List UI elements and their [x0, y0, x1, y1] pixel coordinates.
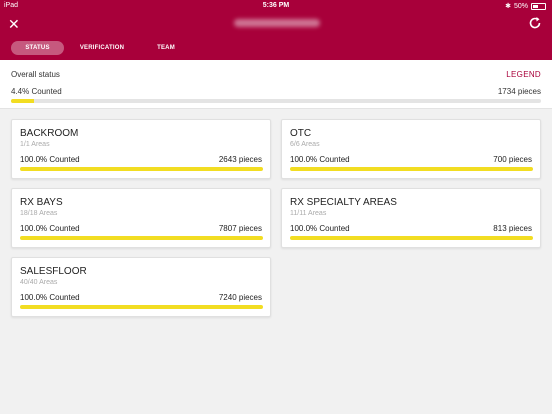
status-bar-right: ✱ 50% [505, 2, 546, 10]
area-name: RX BAYS [20, 197, 63, 208]
refresh-icon[interactable] [528, 15, 542, 31]
area-pieces: 813 pieces [493, 224, 532, 233]
area-count: 18/18 Areas [20, 210, 58, 217]
area-progress-bar [20, 305, 263, 309]
overall-progress-fill [11, 99, 35, 103]
area-count: 1/1 Areas [20, 141, 50, 148]
area-card-rx-bays[interactable]: RX BAYS 18/18 Areas 100.0% Counted 7807 … [11, 188, 271, 248]
battery-percent: 50% [513, 2, 528, 10]
area-progress-fill [20, 236, 263, 240]
area-pieces: 7240 pieces [218, 293, 262, 302]
area-name: BACKROOM [20, 128, 79, 139]
area-count: 40/40 Areas [20, 279, 58, 286]
app-header: ✕ [0, 12, 552, 37]
area-pieces: 7807 pieces [218, 224, 262, 233]
area-card-rx-specialty-areas[interactable]: RX SPECIALTY AREAS 11/11 Areas 100.0% Co… [281, 188, 541, 248]
area-progress-bar [290, 167, 533, 171]
legend-link[interactable]: LEGEND [506, 70, 541, 79]
area-counted: 100.0% Counted [290, 224, 350, 233]
clock: 5:36 PM [262, 2, 290, 9]
area-progress-bar [20, 236, 263, 240]
area-card-backroom[interactable]: BACKROOM 1/1 Areas 100.0% Counted 2643 p… [11, 119, 271, 179]
area-progress-bar [290, 236, 533, 240]
tab-verification[interactable]: VERIFICATION [74, 41, 130, 55]
battery-icon [531, 2, 546, 10]
area-count: 6/6 Areas [290, 141, 320, 148]
area-counted: 100.0% Counted [20, 155, 80, 164]
overall-status-panel: Overall status LEGEND 4.4% Counted 1734 … [0, 60, 552, 109]
status-bar: iPad 5:36 PM ✱ 50% [0, 0, 552, 12]
overall-progress-bar [11, 99, 541, 103]
tab-team[interactable]: TEAM [148, 41, 184, 55]
area-name: RX SPECIALTY AREAS [290, 197, 397, 208]
area-name: OTC [290, 128, 312, 139]
area-progress-fill [290, 167, 533, 171]
page-title-redacted [234, 19, 320, 27]
area-progress-fill [20, 305, 263, 309]
overall-status-label: Overall status [11, 70, 60, 79]
area-name: SALESFLOOR [20, 266, 87, 277]
area-pieces: 2643 pieces [218, 155, 262, 164]
area-progress-fill [20, 167, 263, 171]
overall-counted-text: 4.4% Counted [11, 87, 62, 96]
area-pieces: 700 pieces [493, 155, 532, 164]
area-count: 11/11 Areas [290, 210, 327, 217]
area-counted: 100.0% Counted [20, 224, 80, 233]
close-icon[interactable]: ✕ [8, 15, 20, 33]
bluetooth-icon: ✱ [505, 3, 511, 10]
area-progress-fill [290, 236, 533, 240]
overall-pieces-text: 1734 pieces [497, 87, 541, 96]
tab-status[interactable]: STATUS [11, 41, 64, 55]
area-card-salesfloor[interactable]: SALESFLOOR 40/40 Areas 100.0% Counted 72… [11, 257, 271, 317]
area-counted: 100.0% Counted [20, 293, 80, 302]
tab-bar: STATUS VERIFICATION TEAM [0, 37, 552, 60]
area-progress-bar [20, 167, 263, 171]
area-card-otc[interactable]: OTC 6/6 Areas 100.0% Counted 700 pieces [281, 119, 541, 179]
area-counted: 100.0% Counted [290, 155, 350, 164]
